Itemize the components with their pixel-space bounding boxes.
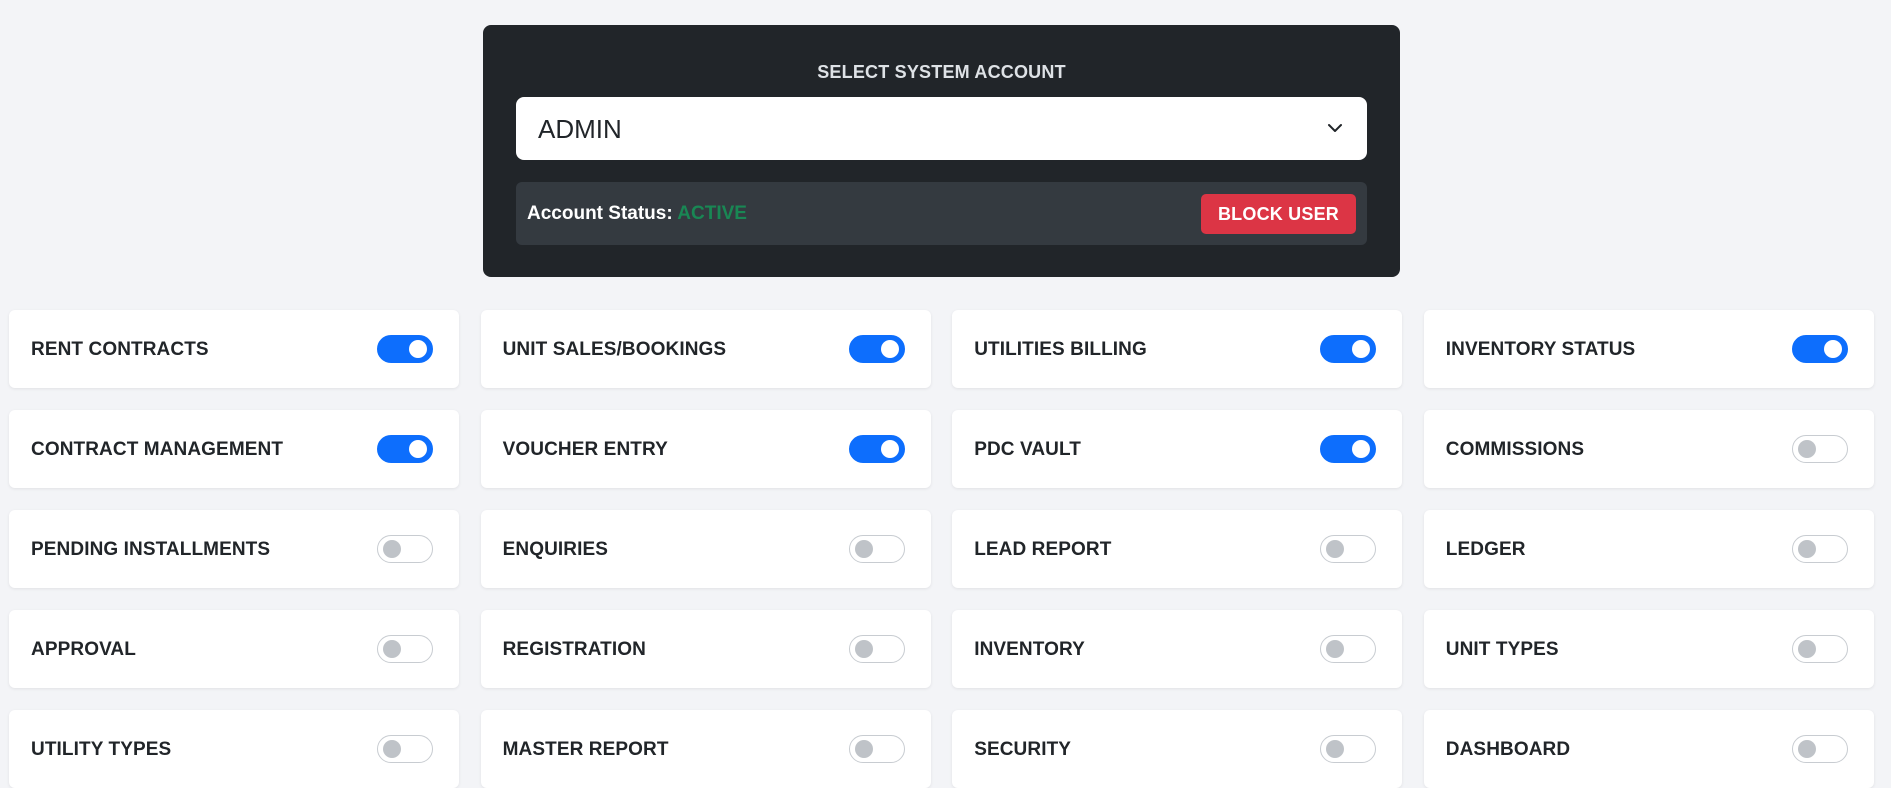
permission-label: INVENTORY: [974, 639, 1085, 660]
permission-label: PDC VAULT: [974, 439, 1081, 460]
permission-toggle-pending-installments[interactable]: [377, 535, 433, 563]
permission-label: DASHBOARD: [1445, 739, 1571, 760]
toggle-knob: [1352, 440, 1371, 458]
permission-label: ENQUIRIES: [502, 539, 609, 560]
permission-toggle-approval[interactable]: [377, 635, 433, 663]
permission-toggle-rent-contracts[interactable]: [377, 335, 433, 363]
permission-toggle-inventory[interactable]: [1320, 635, 1377, 663]
permission-card-inventory-status: INVENTORY STATUS: [1423, 310, 1874, 388]
permission-toggle-security[interactable]: [1320, 735, 1377, 763]
chevron-down-icon: [1328, 124, 1342, 132]
toggle-knob: [1797, 740, 1816, 758]
permission-toggle-enquiries[interactable]: [848, 535, 905, 563]
permission-card-approval: APPROVAL: [9, 610, 459, 688]
toggle-knob: [409, 340, 427, 358]
toggle-knob: [854, 640, 873, 658]
toggle-knob: [1352, 340, 1371, 358]
toggle-knob: [383, 740, 401, 758]
account-status: Account Status: ACTIVE: [527, 203, 747, 225]
permission-toggle-contract-management[interactable]: [377, 435, 433, 463]
permission-label: RENT CONTRACTS: [31, 339, 209, 360]
permission-toggle-unit-sales-bookings[interactable]: [848, 335, 905, 363]
permission-toggle-pdc-vault[interactable]: [1320, 435, 1377, 463]
permission-card-utilities-billing: UTILITIES BILLING: [952, 310, 1403, 388]
permission-card-pending-installments: PENDING INSTALLMENTS: [9, 510, 459, 588]
permission-label: LEDGER: [1445, 539, 1526, 560]
permission-label: PENDING INSTALLMENTS: [31, 539, 271, 560]
account-status-bar: Account Status: ACTIVE BLOCK USER: [516, 182, 1367, 245]
toggle-knob: [1823, 340, 1842, 358]
permission-card-master-report: MASTER REPORT: [480, 710, 931, 788]
permission-toggle-unit-types[interactable]: [1791, 635, 1848, 663]
permission-card-enquiries: ENQUIRIES: [480, 510, 931, 588]
permission-label: CONTRACT MANAGEMENT: [31, 439, 284, 460]
permission-toggle-ledger[interactable]: [1791, 535, 1848, 563]
permission-label: INVENTORY STATUS: [1445, 339, 1636, 360]
permission-label: UTILITY TYPES: [31, 739, 172, 760]
toggle-knob: [1326, 640, 1345, 658]
toggle-knob: [383, 540, 401, 558]
permission-toggle-lead-report[interactable]: [1320, 535, 1377, 563]
permission-card-commissions: COMMISSIONS: [1423, 410, 1874, 488]
toggle-knob: [1797, 440, 1816, 458]
permission-toggle-registration[interactable]: [848, 635, 905, 663]
permission-card-unit-sales-bookings: UNIT SALES/BOOKINGS: [480, 310, 931, 388]
permission-card-inventory: INVENTORY: [952, 610, 1403, 688]
permission-card-registration: REGISTRATION: [480, 610, 931, 688]
permission-card-lead-report: LEAD REPORT: [952, 510, 1403, 588]
permission-label: VOUCHER ENTRY: [502, 439, 668, 460]
permission-card-unit-types: UNIT TYPES: [1423, 610, 1874, 688]
permission-card-utility-types: UTILITY TYPES: [9, 710, 459, 788]
toggle-knob: [1797, 540, 1816, 558]
permission-toggle-commissions[interactable]: [1791, 435, 1848, 463]
permission-label: UNIT TYPES: [1445, 639, 1559, 660]
toggle-knob: [1326, 740, 1345, 758]
permission-label: SECURITY: [974, 739, 1072, 760]
permission-label: UNIT SALES/BOOKINGS: [502, 339, 727, 360]
permission-label: LEAD REPORT: [974, 539, 1112, 560]
permission-label: UTILITIES BILLING: [974, 339, 1147, 360]
toggle-knob: [880, 440, 899, 458]
permission-card-dashboard: DASHBOARD: [1423, 710, 1874, 788]
account-select[interactable]: ADMIN: [516, 97, 1367, 160]
permission-toggle-dashboard[interactable]: [1791, 735, 1848, 763]
permission-card-rent-contracts: RENT CONTRACTS: [9, 310, 459, 388]
permission-toggle-inventory-status[interactable]: [1791, 335, 1848, 363]
permission-label: APPROVAL: [31, 639, 136, 660]
permission-toggle-master-report[interactable]: [848, 735, 905, 763]
permission-card-security: SECURITY: [952, 710, 1403, 788]
toggle-knob: [409, 440, 427, 458]
permission-toggle-voucher-entry[interactable]: [848, 435, 905, 463]
permission-label: COMMISSIONS: [1445, 439, 1585, 460]
toggle-knob: [383, 640, 401, 658]
permissions-grid: RENT CONTRACTS UNIT SALES/BOOKINGS UTILITI…: [9, 310, 1874, 788]
permission-card-pdc-vault: PDC VAULT: [952, 410, 1403, 488]
toggle-knob: [854, 740, 873, 758]
toggle-knob: [854, 540, 873, 558]
permission-card-contract-management: CONTRACT MANAGEMENT: [9, 410, 459, 488]
panel-title: SELECT SYSTEM ACCOUNT: [817, 62, 1066, 82]
block-user-button[interactable]: BLOCK USER: [1201, 194, 1356, 234]
toggle-knob: [880, 340, 899, 358]
account-panel: SELECT SYSTEM ACCOUNT ADMIN Account Stat…: [483, 25, 1400, 277]
account-status-value: ACTIVE: [677, 203, 747, 224]
permission-card-ledger: LEDGER: [1423, 510, 1874, 588]
permission-card-voucher-entry: VOUCHER ENTRY: [480, 410, 931, 488]
account-status-label: Account Status:: [527, 203, 673, 224]
permission-toggle-utility-types[interactable]: [377, 735, 433, 763]
toggle-knob: [1326, 540, 1345, 558]
permission-label: MASTER REPORT: [502, 739, 669, 760]
permission-toggle-utilities-billing[interactable]: [1320, 335, 1377, 363]
toggle-knob: [1797, 640, 1816, 658]
permission-label: REGISTRATION: [502, 639, 646, 660]
account-select-value: ADMIN: [538, 114, 622, 144]
